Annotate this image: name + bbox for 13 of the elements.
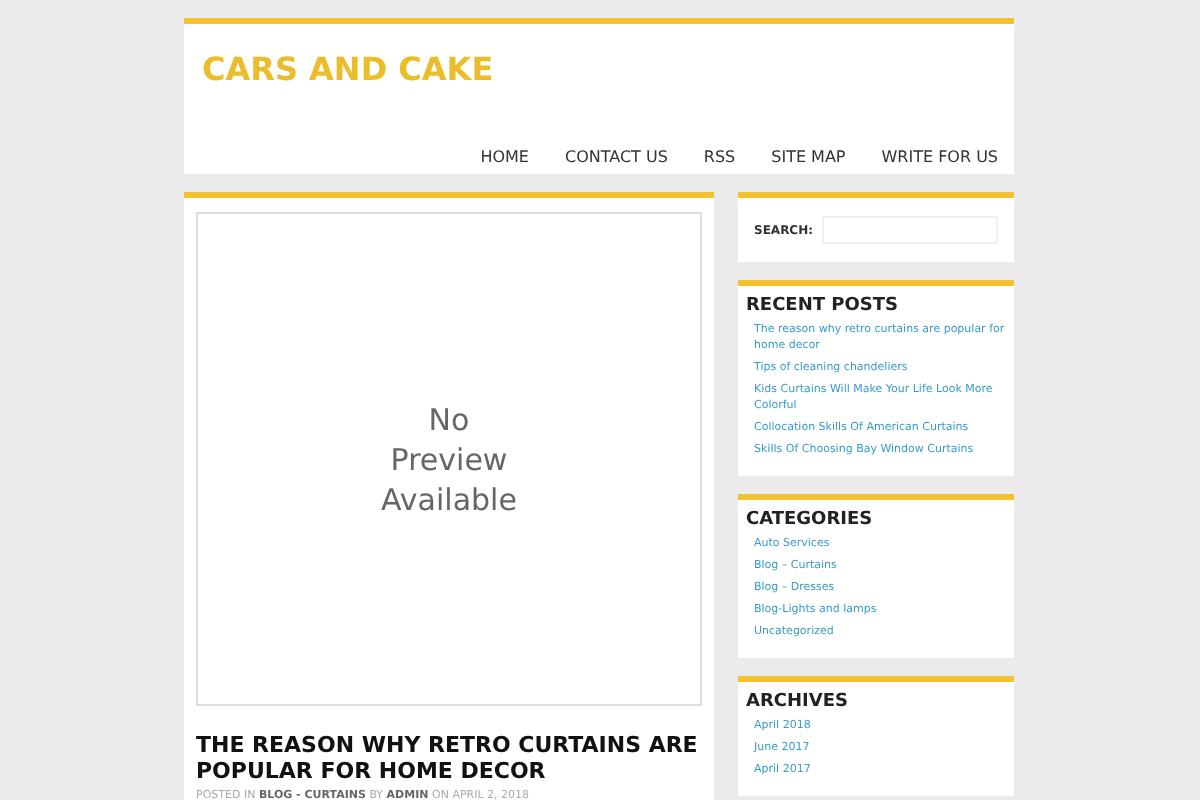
nav-link[interactable]: RSS <box>685 148 754 168</box>
widget-title: ARCHIVES <box>746 692 850 712</box>
preview-text: Preview <box>390 439 508 479</box>
widget-title: CATEGORIES <box>746 510 875 530</box>
nav-link[interactable]: SITE MAP <box>753 148 864 168</box>
nav-link[interactable]: HOME <box>462 148 547 168</box>
post-title[interactable]: THE REASON WHY RETRO CURTAINS ARE POPULAR FOR HOME DECOR <box>196 732 702 784</box>
nav-link[interactable]: WRITE FOR US <box>863 148 998 168</box>
preview-text: No <box>428 399 470 439</box>
preview-text: Available <box>381 479 517 519</box>
nav-link[interactable]: CONTACT US <box>546 148 686 168</box>
widget-title: RECENT POSTS <box>746 296 900 316</box>
site-title[interactable]: CARS AND CAKE <box>184 24 1014 88</box>
